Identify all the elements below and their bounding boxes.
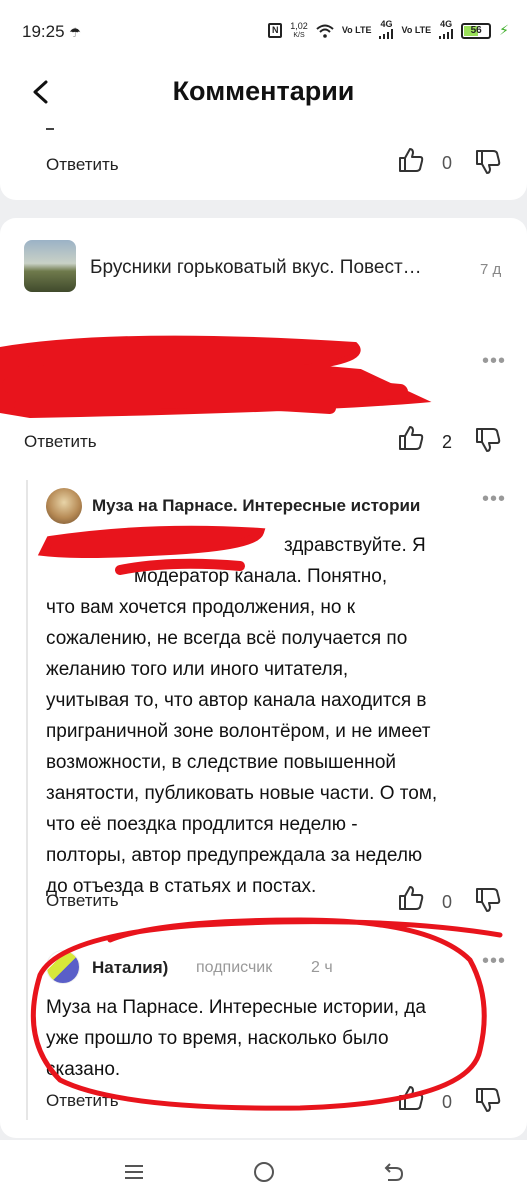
like-button[interactable] xyxy=(397,1084,425,1112)
back-nav-icon[interactable] xyxy=(376,1154,412,1190)
thumb-down-icon xyxy=(476,428,501,452)
status-icons: N 1,02 K/S Vo LTE 4G Vo LTE 4G 56 ⚡ xyxy=(268,20,509,41)
article-age: 7 д xyxy=(480,261,502,278)
umbrella-icon: ☂ xyxy=(69,25,81,40)
comment-author[interactable]: Наталия) xyxy=(92,958,168,978)
sim2-volte: Vo LTE xyxy=(401,25,432,35)
avatar[interactable] xyxy=(46,488,82,524)
page-title: Комментарии xyxy=(172,76,355,106)
like-button[interactable] xyxy=(397,146,425,174)
more-dots-icon[interactable]: ••• xyxy=(482,488,506,511)
nfc-icon: N xyxy=(268,23,283,38)
avatar[interactable] xyxy=(46,950,80,984)
app-header: Комментарии xyxy=(0,64,527,120)
sim1-volte: Vo LTE xyxy=(341,25,372,35)
thread-line xyxy=(26,480,28,1120)
home-circle-icon[interactable] xyxy=(246,1154,282,1190)
net-speed: 1,02 K/S xyxy=(290,20,308,39)
author-role: подписчик xyxy=(196,959,273,976)
reply-button[interactable]: Ответить xyxy=(46,891,119,911)
like-count: 0 xyxy=(442,1092,453,1112)
dislike-button[interactable] xyxy=(474,886,502,914)
like-count: 0 xyxy=(442,153,453,173)
comment-author[interactable]: Муза на Парнасе. Интересные истории xyxy=(92,496,420,516)
thumb-up-icon xyxy=(399,1086,424,1110)
sim1-4g: 4G xyxy=(379,20,394,41)
thumb-up-icon xyxy=(399,426,424,450)
battery-icon: 56 xyxy=(461,22,492,39)
comment-text: Муза на Парнасе. Интересные истории, да … xyxy=(46,997,426,1080)
comment-text: здравствуйте. Я модератор канала. Понятн… xyxy=(46,535,438,897)
reply-button[interactable]: Ответить xyxy=(46,155,119,175)
reply-button[interactable]: Ответить xyxy=(24,432,97,452)
more-dots-icon[interactable]: ••• xyxy=(482,350,506,373)
dislike-button[interactable] xyxy=(474,1086,502,1114)
article-thumbnail[interactable] xyxy=(24,240,76,292)
system-nav-bar xyxy=(0,1140,527,1200)
previous-comment-card: Ответить 0 xyxy=(0,120,527,200)
like-count: 2 xyxy=(442,432,453,452)
charging-icon: ⚡ xyxy=(499,22,509,38)
more-dots-icon[interactable]: ••• xyxy=(482,950,506,973)
like-count: 0 xyxy=(442,892,453,912)
thumb-up-icon xyxy=(399,148,424,172)
status-bar: 19:25 ☂ N 1,02 K/S Vo LTE 4G Vo LTE 4G 5… xyxy=(0,0,527,64)
sim2-4g: 4G xyxy=(439,20,454,41)
clock: 19:25 ☂ xyxy=(22,22,81,41)
reply-button[interactable]: Ответить xyxy=(46,1091,119,1111)
cut-off-text xyxy=(46,122,54,130)
wifi-icon xyxy=(316,24,334,38)
dislike-button[interactable] xyxy=(474,426,502,454)
like-button[interactable] xyxy=(397,884,425,912)
menu-icon[interactable] xyxy=(116,1154,152,1190)
dislike-button[interactable] xyxy=(474,148,502,176)
thumb-down-icon xyxy=(476,888,501,912)
signal-icon xyxy=(379,29,394,39)
thumb-down-icon xyxy=(476,150,501,174)
thumb-up-icon xyxy=(399,886,424,910)
article-title[interactable]: Брусники горьковатый вкус. Повест… xyxy=(90,257,422,279)
comment-age: 2 ч xyxy=(311,959,333,976)
like-button[interactable] xyxy=(397,424,425,452)
signal-icon xyxy=(439,29,454,39)
thumb-down-icon xyxy=(476,1088,501,1112)
